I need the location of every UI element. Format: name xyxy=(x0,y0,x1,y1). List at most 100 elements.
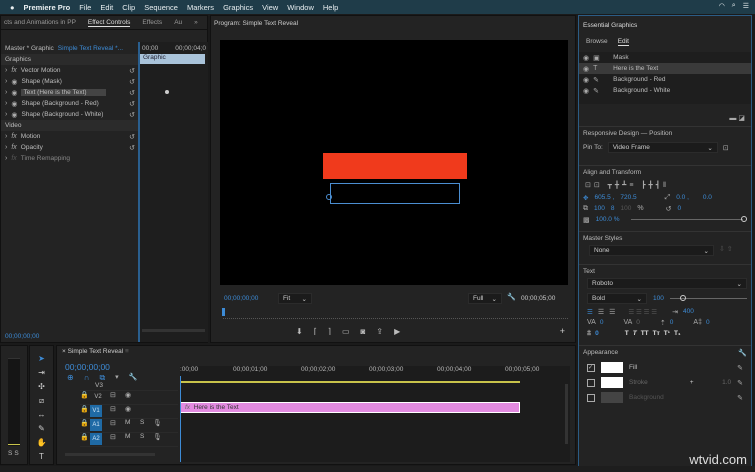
smallcaps-button[interactable]: Tт xyxy=(653,330,660,337)
mic-icon[interactable]: 🎙 xyxy=(153,433,162,441)
reset-icon[interactable]: ↺ xyxy=(129,111,135,119)
allcaps-button[interactable]: TT xyxy=(641,330,649,337)
program-scrubber[interactable] xyxy=(223,316,568,319)
graphic-clip-bar[interactable]: Graphic xyxy=(140,54,205,64)
eyedropper-icon[interactable]: ✎ xyxy=(737,394,743,402)
timeline-playhead[interactable] xyxy=(180,376,181,462)
reset-icon[interactable]: ↺ xyxy=(129,67,135,75)
tab-browse[interactable]: Browse xyxy=(586,38,608,46)
background-swatch[interactable] xyxy=(601,392,623,403)
track-v2[interactable]: V2 xyxy=(92,391,104,403)
play-icon[interactable]: ▶ xyxy=(394,327,400,336)
effect-item[interactable]: › ◉ Shape (Background - White) ↺ xyxy=(1,109,138,120)
apple-icon[interactable]: ● xyxy=(10,3,15,12)
reset-icon[interactable]: ↺ xyxy=(129,133,135,141)
mute-button[interactable]: M xyxy=(125,433,130,440)
text-bounding-box[interactable] xyxy=(330,183,460,204)
scale-height[interactable]: 100 xyxy=(620,205,631,212)
zoom-select[interactable]: Fit ⌄ xyxy=(278,293,312,304)
menu-help[interactable]: Help xyxy=(323,3,338,12)
font-size-slider[interactable] xyxy=(669,295,747,301)
solo-right[interactable]: S xyxy=(14,450,18,457)
background-checkbox[interactable] xyxy=(587,393,595,402)
marker-icon[interactable]: ▾ xyxy=(115,373,119,383)
tab-effect-controls[interactable]: Effect Controls xyxy=(87,19,131,27)
bold-button[interactable]: T xyxy=(625,330,629,337)
track-a1[interactable]: A1 xyxy=(90,419,102,431)
track-zoom-scrollbar[interactable] xyxy=(65,453,155,456)
tab-text-animations[interactable]: cts and Animations in PP xyxy=(4,19,76,26)
eye-icon[interactable]: ◉ xyxy=(11,89,17,97)
stroke-swatch[interactable] xyxy=(601,377,623,388)
graphic-clip[interactable]: fx Here is the Text xyxy=(180,402,520,413)
effect-item[interactable]: › fx Vector Motion ↺ xyxy=(1,65,138,76)
reset-icon[interactable]: ↺ xyxy=(129,100,135,108)
wrench-icon[interactable]: 🔧 xyxy=(129,373,138,383)
ec-timecode[interactable]: 00;00;00;00 xyxy=(5,333,39,340)
italic-button[interactable]: T xyxy=(633,330,637,337)
solo-button[interactable]: S xyxy=(140,433,144,440)
program-title[interactable]: Program: Simple Text Reveal xyxy=(214,20,298,27)
menu-file[interactable]: File xyxy=(79,3,91,12)
wifi-icon[interactable]: ◠ xyxy=(719,2,725,10)
pen-tool-icon[interactable]: ✎ xyxy=(30,422,53,436)
font-size-value[interactable]: 100 xyxy=(653,295,664,302)
reset-icon[interactable]: ↺ xyxy=(129,78,135,86)
resolution-select[interactable]: Full ⌄ xyxy=(468,293,502,304)
position-y[interactable]: 720.5 xyxy=(620,194,636,201)
effect-item[interactable]: › ◉ Shape (Mask) ↺ xyxy=(1,76,138,87)
layer-item[interactable]: ◉ ✎ Background - White xyxy=(579,85,751,96)
vertical-scrollbar[interactable] xyxy=(565,384,568,444)
track-v1[interactable]: V1 xyxy=(90,405,102,417)
track-a2[interactable]: A2 xyxy=(90,433,102,445)
effect-item[interactable]: › fx Time Remapping xyxy=(1,153,138,164)
mark-in-icon[interactable]: ⌈ xyxy=(314,327,317,336)
menu-graphics[interactable]: Graphics xyxy=(223,3,253,12)
hand-tool-icon[interactable]: ✋ xyxy=(30,436,53,450)
mark-out-icon[interactable]: ⌉ xyxy=(328,327,331,336)
wrench-icon[interactable]: 🔧 xyxy=(507,293,516,301)
pin-to-select[interactable]: Video Frame ⌄ xyxy=(607,142,718,153)
opacity-value[interactable]: 100.0 % xyxy=(596,216,620,223)
mic-icon[interactable]: 🎙 xyxy=(153,419,162,427)
effect-item[interactable]: › fx Motion ↺ xyxy=(1,131,138,142)
add-marker-icon[interactable]: ⬇ xyxy=(296,327,303,336)
menu-window[interactable]: Window xyxy=(287,3,314,12)
red-background-shape[interactable] xyxy=(323,153,467,179)
font-select[interactable]: Roboto ⌄ xyxy=(587,278,747,289)
layer-item[interactable]: ◉ ✎ Background - Red xyxy=(579,74,751,85)
share-icon[interactable]: ⇪ xyxy=(376,327,383,336)
menu-sequence[interactable]: Sequence xyxy=(144,3,178,12)
font-style-select[interactable]: Bold ⌄ xyxy=(587,293,647,304)
playhead[interactable] xyxy=(222,308,225,316)
align-right-icon[interactable]: ☰ xyxy=(609,308,615,316)
tab-audio[interactable]: Au xyxy=(174,19,182,26)
effect-item[interactable]: › ◉ Shape (Background - Red) ↺ xyxy=(1,98,138,109)
safe-margins-icon[interactable]: ▭ xyxy=(342,327,350,336)
eye-icon[interactable]: ◉ xyxy=(11,78,17,86)
wrench-icon[interactable]: 🔧 xyxy=(738,349,747,357)
effect-item[interactable]: › fx Opacity ↺ xyxy=(1,142,138,153)
anchor-y[interactable]: 0.0 xyxy=(703,194,712,201)
pin-widget-icon[interactable]: ⊡ xyxy=(723,144,729,152)
menu-markers[interactable]: Markers xyxy=(187,3,214,12)
export-frame-icon[interactable]: ◙ xyxy=(361,327,366,336)
eye-icon[interactable]: ◉ xyxy=(125,405,131,413)
position-x[interactable]: 605.5 , xyxy=(594,194,614,201)
mute-button[interactable]: M xyxy=(125,419,130,426)
ec-zoom-scrollbar[interactable] xyxy=(142,329,205,332)
ripple-edit-tool-icon[interactable]: ✣ xyxy=(30,380,53,394)
scale-value[interactable]: 100 xyxy=(594,205,605,212)
eye-icon[interactable]: ◉ xyxy=(11,100,17,108)
align-center-icon[interactable]: ☰ xyxy=(598,308,604,316)
sequence-title[interactable]: Simple Text Reveal xyxy=(68,348,124,355)
new-layer-icon[interactable]: ◪ xyxy=(738,115,745,122)
anchor-x[interactable]: 0.0 , xyxy=(676,194,689,201)
razor-tool-icon[interactable]: ⧄ xyxy=(30,394,53,408)
new-group-icon[interactable]: ▬ xyxy=(729,115,736,122)
type-tool-icon[interactable]: T xyxy=(30,450,53,464)
button-editor-icon[interactable]: + xyxy=(560,326,565,336)
tab-width-value[interactable]: 400 xyxy=(683,308,694,315)
tab-edit[interactable]: Edit xyxy=(617,38,629,46)
master-label[interactable]: Master * Graphic xyxy=(5,45,54,52)
